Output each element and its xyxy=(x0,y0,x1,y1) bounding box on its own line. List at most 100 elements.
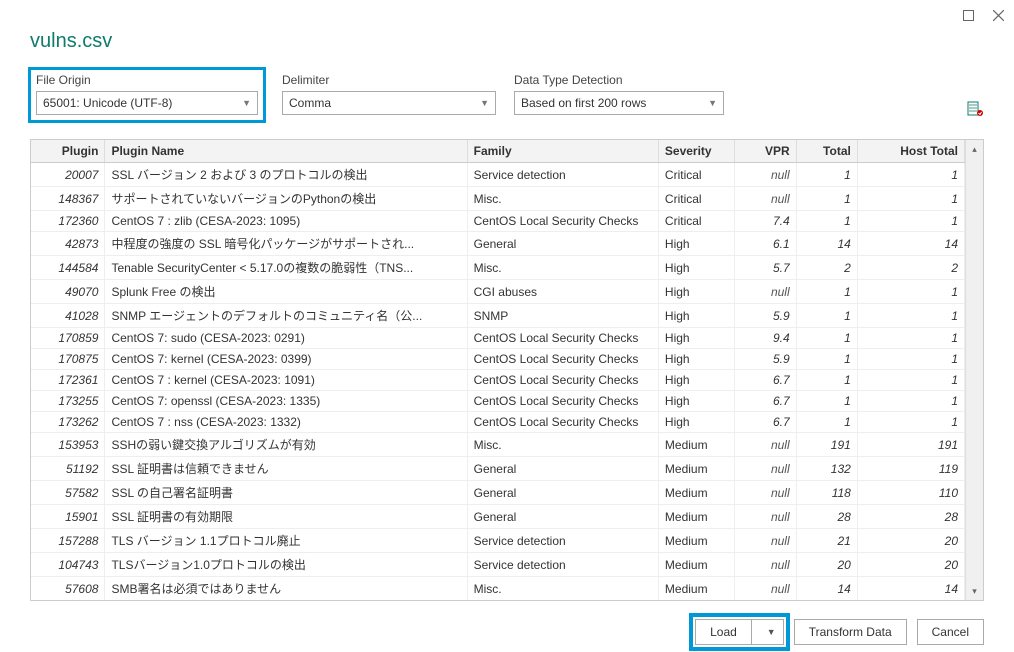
header-row: Plugin Plugin Name Family Severity VPR T… xyxy=(31,140,965,163)
cell-vpr: null xyxy=(735,433,796,457)
cell-vpr: null xyxy=(735,529,796,553)
table-row[interactable]: 153953SSHの弱い鍵交換アルゴリズムが有効Misc.Mediumnull1… xyxy=(31,433,965,457)
col-header-hosttotal[interactable]: Host Total xyxy=(857,140,964,163)
cell-vpr: null xyxy=(735,280,796,304)
cell-vpr: null xyxy=(735,505,796,529)
cell-severity: Critical xyxy=(658,211,735,232)
cell-severity: High xyxy=(658,256,735,280)
cell-name: Splunk Free の検出 xyxy=(105,280,467,304)
table-row[interactable]: 20007SSL バージョン 2 および 3 のプロトコルの検出Service … xyxy=(31,163,965,187)
delimiter-value: Comma xyxy=(289,96,331,110)
load-button[interactable]: Load ▼ xyxy=(695,619,784,645)
cell-vpr: null xyxy=(735,163,796,187)
cell-total: 20 xyxy=(796,553,857,577)
cell-severity: Medium xyxy=(658,457,735,481)
datatype-value: Based on first 200 rows xyxy=(521,96,646,110)
cell-total: 14 xyxy=(796,577,857,601)
load-button-dropdown[interactable]: ▼ xyxy=(760,620,783,644)
file-origin-value: 65001: Unicode (UTF-8) xyxy=(43,96,172,110)
cell-severity: High xyxy=(658,370,735,391)
transform-data-button[interactable]: Transform Data xyxy=(794,619,907,645)
cell-severity: Medium xyxy=(658,481,735,505)
cell-severity: High xyxy=(658,412,735,433)
maximize-button[interactable] xyxy=(960,7,976,23)
col-header-pluginname[interactable]: Plugin Name xyxy=(105,140,467,163)
col-header-family[interactable]: Family xyxy=(467,140,658,163)
cell-total: 132 xyxy=(796,457,857,481)
cell-family: CentOS Local Security Checks xyxy=(467,211,658,232)
cell-severity: Critical xyxy=(658,187,735,211)
cell-hosttotal: 1 xyxy=(857,304,964,328)
file-origin-label: File Origin xyxy=(36,73,258,87)
cell-plugin: 20007 xyxy=(31,163,105,187)
cell-severity: Critical xyxy=(658,163,735,187)
preview-table-scroll: Plugin Plugin Name Family Severity VPR T… xyxy=(31,140,965,600)
cell-hosttotal: 20 xyxy=(857,529,964,553)
table-row[interactable]: 104743TLSバージョン1.0プロトコルの検出Service detecti… xyxy=(31,553,965,577)
col-header-severity[interactable]: Severity xyxy=(658,140,735,163)
cell-hosttotal: 1 xyxy=(857,349,964,370)
cell-family: Misc. xyxy=(467,256,658,280)
cell-plugin: 49070 xyxy=(31,280,105,304)
cell-family: General xyxy=(467,505,658,529)
close-button[interactable] xyxy=(990,7,1006,23)
table-row[interactable]: 49070Splunk Free の検出CGI abusesHighnull11 xyxy=(31,280,965,304)
col-header-vpr[interactable]: VPR xyxy=(735,140,796,163)
table-row[interactable]: 170875CentOS 7: kernel (CESA-2023: 0399)… xyxy=(31,349,965,370)
col-header-plugin[interactable]: Plugin xyxy=(31,140,105,163)
cell-total: 28 xyxy=(796,505,857,529)
cell-total: 1 xyxy=(796,304,857,328)
datatype-dropdown[interactable]: Based on first 200 rows ▼ xyxy=(514,91,724,115)
table-row[interactable]: 57608SMB署名は必須ではありませんMisc.Mediumnull1414 xyxy=(31,577,965,601)
cell-severity: Medium xyxy=(658,529,735,553)
table-row[interactable]: 157288TLS バージョン 1.1プロトコル廃止Service detect… xyxy=(31,529,965,553)
cell-vpr: 6.7 xyxy=(735,412,796,433)
cell-total: 21 xyxy=(796,529,857,553)
cell-name: SNMP エージェントのデフォルトのコミュニティ名（公... xyxy=(105,304,467,328)
table-row[interactable]: 51192SSL 証明書は信頼できませんGeneralMediumnull132… xyxy=(31,457,965,481)
cell-vpr: null xyxy=(735,187,796,211)
table-row[interactable]: 172361CentOS 7 : kernel (CESA-2023: 1091… xyxy=(31,370,965,391)
cell-name: 中程度の強度の SSL 暗号化パッケージがサポートされ... xyxy=(105,232,467,256)
cell-plugin: 15901 xyxy=(31,505,105,529)
table-row[interactable]: 42873中程度の強度の SSL 暗号化パッケージがサポートされ...Gener… xyxy=(31,232,965,256)
cell-family: SNMP xyxy=(467,304,658,328)
cell-hosttotal: 1 xyxy=(857,163,964,187)
chevron-down-icon: ▼ xyxy=(708,98,717,108)
table-row[interactable]: 41028SNMP エージェントのデフォルトのコミュニティ名（公...SNMPH… xyxy=(31,304,965,328)
cell-total: 1 xyxy=(796,391,857,412)
cell-hosttotal: 1 xyxy=(857,280,964,304)
chevron-down-icon: ▼ xyxy=(480,98,489,108)
cell-severity: High xyxy=(658,349,735,370)
table-row[interactable]: 144584Tenable SecurityCenter < 5.17.0の複数… xyxy=(31,256,965,280)
cell-hosttotal: 1 xyxy=(857,211,964,232)
scroll-down-icon[interactable]: ▾ xyxy=(966,582,983,600)
cell-severity: Medium xyxy=(658,553,735,577)
cancel-button[interactable]: Cancel xyxy=(917,619,984,645)
file-origin-dropdown[interactable]: 65001: Unicode (UTF-8) ▼ xyxy=(36,91,258,115)
table-row[interactable]: 172360CentOS 7 : zlib (CESA-2023: 1095)C… xyxy=(31,211,965,232)
vertical-scrollbar[interactable]: ▴ ▾ xyxy=(965,140,983,600)
cell-family: CentOS Local Security Checks xyxy=(467,370,658,391)
scroll-up-icon[interactable]: ▴ xyxy=(966,140,983,158)
scroll-track[interactable] xyxy=(966,158,983,582)
datatype-label: Data Type Detection xyxy=(514,73,724,87)
table-row[interactable]: 15901SSL 証明書の有効期限GeneralMediumnull2828 xyxy=(31,505,965,529)
table-row[interactable]: 57582SSL の自己署名証明書GeneralMediumnull118110 xyxy=(31,481,965,505)
table-row[interactable]: 173255CentOS 7: openssl (CESA-2023: 1335… xyxy=(31,391,965,412)
settings-icon[interactable] xyxy=(966,100,984,118)
cell-plugin: 104743 xyxy=(31,553,105,577)
table-row[interactable]: 173262CentOS 7 : nss (CESA-2023: 1332)Ce… xyxy=(31,412,965,433)
cell-family: Service detection xyxy=(467,553,658,577)
cell-vpr: 5.7 xyxy=(735,256,796,280)
table-row[interactable]: 148367サポートされていないバージョンのPythonの検出Misc.Crit… xyxy=(31,187,965,211)
load-button-main[interactable]: Load xyxy=(696,620,752,644)
table-row[interactable]: 170859CentOS 7: sudo (CESA-2023: 0291)Ce… xyxy=(31,328,965,349)
delimiter-dropdown[interactable]: Comma ▼ xyxy=(282,91,496,115)
cell-name: CentOS 7: openssl (CESA-2023: 1335) xyxy=(105,391,467,412)
cell-severity: High xyxy=(658,232,735,256)
cell-hosttotal: 119 xyxy=(857,457,964,481)
cell-severity: High xyxy=(658,328,735,349)
cell-name: TLSバージョン1.0プロトコルの検出 xyxy=(105,553,467,577)
col-header-total[interactable]: Total xyxy=(796,140,857,163)
